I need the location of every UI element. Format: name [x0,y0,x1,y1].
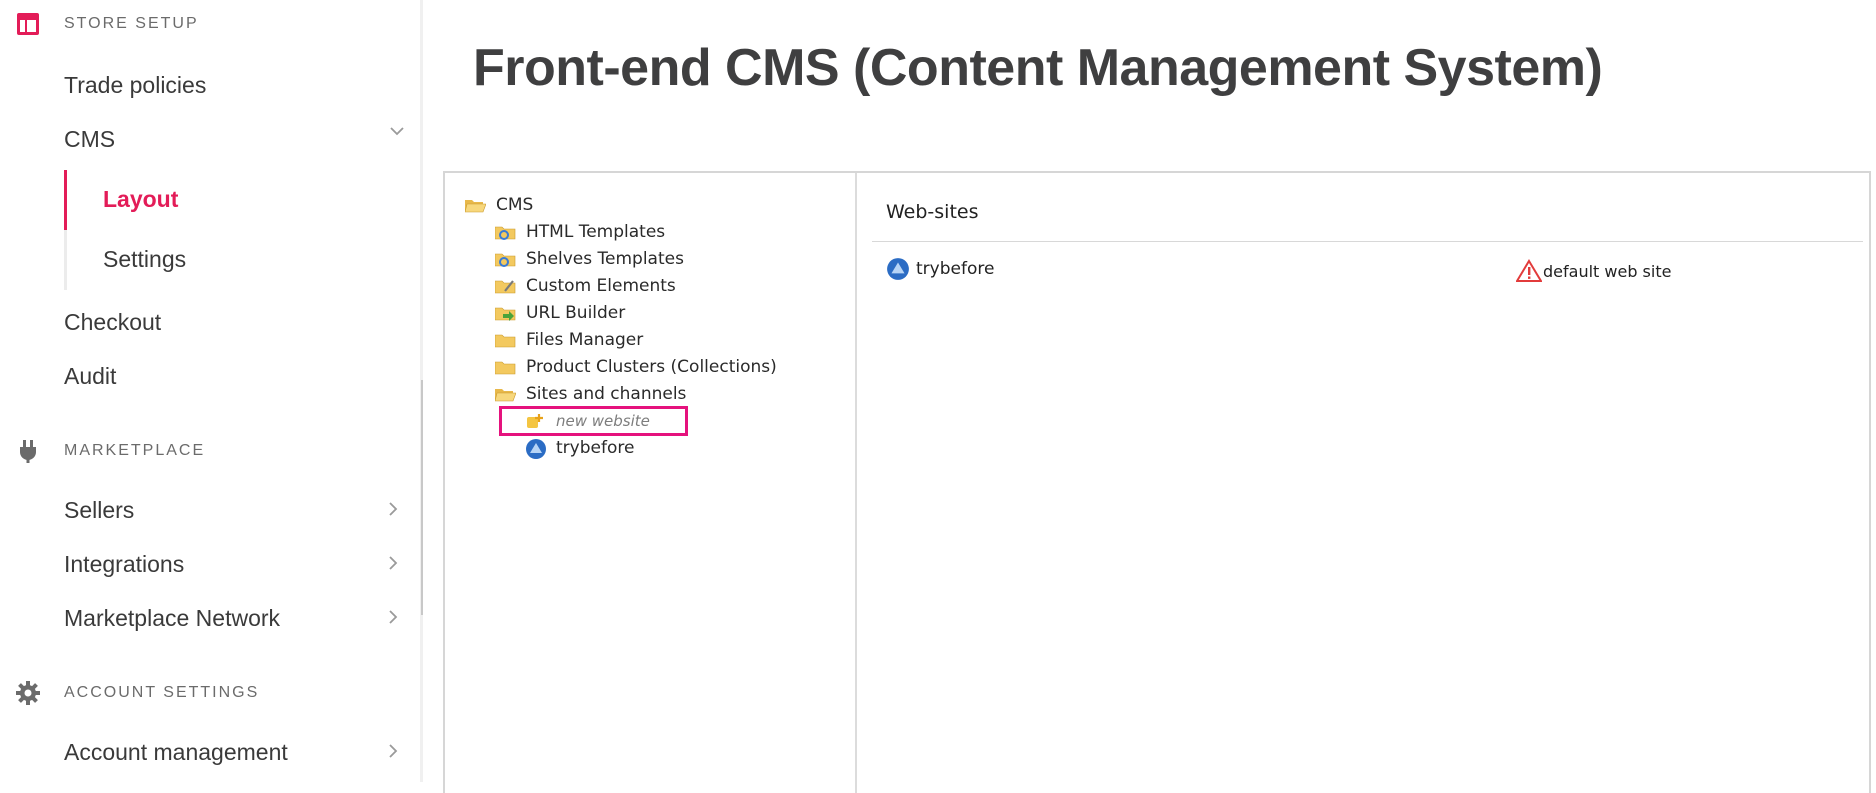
divider [872,241,1863,242]
nav-layout[interactable]: Layout [103,186,178,213]
folder-refresh-icon [495,222,517,242]
section-heading: MARKETPLACE [64,442,206,459]
tree-label: Product Clusters (Collections) [526,357,777,377]
tree-item-html-templates[interactable]: HTML Templates [495,220,665,244]
chevron-right-icon[interactable] [386,554,400,577]
cms-tree: CMS HTML Templates Shelves Templates Cus… [445,173,857,793]
tree-item-url-builder[interactable]: URL Builder [495,301,625,325]
folder-tools-icon [495,276,517,296]
tree-label: trybefore [556,438,635,458]
default-site-label: default web site [1543,261,1672,281]
chevron-down-icon[interactable] [389,122,405,145]
nav-account-management[interactable]: Account management [64,739,288,766]
section-heading: STORE SETUP [64,15,199,32]
active-indicator [64,170,67,230]
tree-label: CMS [496,195,534,215]
layout-grid-icon [14,10,42,38]
website-row-default: default web site [1516,259,1671,283]
folder-arrow-icon [495,303,517,323]
tree-label: HTML Templates [526,222,666,242]
tree-item-files-manager[interactable]: Files Manager [495,328,643,352]
page-title: Front-end CMS (Content Management System… [473,39,1603,97]
tree-item-custom-elements[interactable]: Custom Elements [495,274,676,298]
warning-icon [1516,259,1542,283]
nav-sellers[interactable]: Sellers [64,497,134,524]
nav-trade-policies[interactable]: Trade policies [64,72,206,99]
folder-open-icon [495,384,517,404]
folder-open-icon [465,195,487,215]
nav-marketplace-network[interactable]: Marketplace Network [64,605,280,632]
gear-icon [14,679,42,707]
nav-audit[interactable]: Audit [64,363,116,390]
folder-icon [495,357,517,377]
tree-item-trybefore[interactable]: trybefore [525,436,634,460]
cms-frame: CMS HTML Templates Shelves Templates Cus… [443,171,1871,793]
tree-label: Shelves Templates [526,249,684,269]
globe-icon [886,257,910,281]
sidebar-scrollbar[interactable] [421,380,423,615]
plug-icon [14,437,42,465]
section-heading: ACCOUNT SETTINGS [64,684,260,701]
nav-checkout[interactable]: Checkout [64,309,161,336]
website-row-name[interactable]: trybefore [886,257,994,281]
nav-integrations[interactable]: Integrations [64,551,184,578]
tree-label: URL Builder [526,303,626,323]
tree-item-sites-and-channels[interactable]: Sites and channels [495,382,686,406]
tree-item-cms[interactable]: CMS [465,193,533,217]
folder-icon [495,330,517,350]
tree-item-shelves-templates[interactable]: Shelves Templates [495,247,684,271]
sidebar: STORE SETUP Trade policies CMS Layout Se… [0,0,420,782]
tree-label: Custom Elements [526,276,676,296]
folder-refresh-icon [495,249,517,269]
globe-icon [525,438,547,459]
chevron-right-icon[interactable] [386,608,400,631]
tree-label: Sites and channels [526,384,687,404]
website-name: trybefore [916,259,995,279]
websites-heading: Web-sites [886,201,979,223]
chevron-right-icon[interactable] [386,500,400,523]
tree-item-product-clusters[interactable]: Product Clusters (Collections) [495,355,777,379]
tree-label: Files Manager [526,330,644,350]
highlight-box [499,406,688,436]
chevron-right-icon[interactable] [386,742,400,765]
websites-panel: Web-sites trybefore default web site [857,173,1869,793]
nav-cms[interactable]: CMS [64,126,115,153]
nav-settings[interactable]: Settings [103,246,186,273]
